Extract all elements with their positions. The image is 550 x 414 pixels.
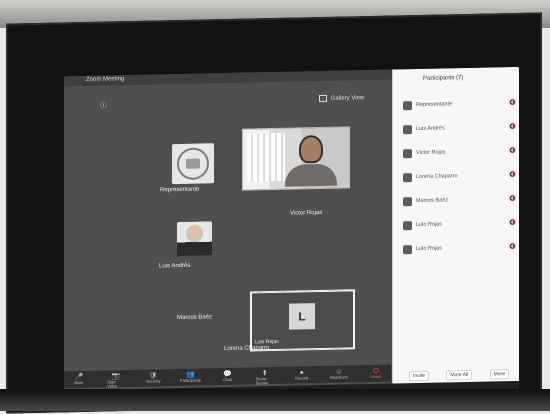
muted-microphone-icon: 🔇	[509, 147, 516, 155]
participant-row[interactable]: Victor Rojas 🔇	[403, 143, 516, 161]
participant-avatar-icon	[403, 244, 412, 254]
participant-avatar-icon	[403, 172, 412, 182]
chat-label: Chat	[223, 376, 232, 382]
participant-row-name: Lorena Chaparro	[416, 173, 458, 181]
participant-row[interactable]: Lorena Chaparro 🔇	[403, 167, 516, 185]
leave-label: Leave	[370, 373, 382, 379]
chat-button[interactable]: 💬 Chat	[219, 370, 237, 382]
participants-label: Participants	[179, 377, 201, 383]
mute-button[interactable]: 🎤 Mute	[70, 373, 88, 385]
security-button[interactable]: 🛡 Security	[144, 372, 162, 384]
muted-microphone-icon: 🔇	[509, 219, 516, 227]
person-photo-icon	[177, 221, 212, 257]
person-shirt	[285, 163, 337, 187]
record-button[interactable]: ● Record	[293, 369, 311, 381]
photo-bottom-bezel	[0, 389, 550, 411]
participant-row[interactable]: Representante 🔇	[403, 95, 516, 113]
participant-row-name: Lulo Rojas	[416, 245, 442, 253]
participant-avatar-icon	[403, 220, 412, 230]
mute-label: Mute	[74, 379, 84, 385]
participant-row-name: Luis Andrés	[416, 125, 445, 133]
zoom-window: Zoom Meeting ⓘ Gallery View Representant…	[64, 66, 519, 407]
participant-name-1: Representante	[160, 186, 200, 194]
participant-name-4: Lorena Chaparro	[224, 345, 270, 353]
participant-name-3: Marcos Baéz	[177, 314, 213, 322]
participants-panel-title: Participants (7)	[423, 75, 464, 82]
participant-list: Representante 🔇 Luis Andrés 🔇 Victor Roj…	[403, 95, 516, 265]
participant-row-name: Representante	[416, 101, 453, 109]
participants-button[interactable]: 👥 Participants	[179, 371, 201, 383]
muted-microphone-icon: 🔇	[509, 243, 516, 251]
muted-microphone-icon: 🔇	[509, 171, 516, 179]
leave-button[interactable]: ⏻ Leave	[367, 367, 385, 379]
person-head	[299, 134, 323, 164]
participants-footer: Invite Mute All More	[409, 369, 509, 382]
selected-participant-tile[interactable]: L Lulo Rojas	[250, 289, 355, 352]
muted-microphone-icon: 🔇	[509, 195, 516, 203]
security-label: Security	[146, 377, 161, 384]
window-title: Zoom Meeting	[86, 76, 125, 83]
record-label: Record	[295, 374, 309, 381]
more-button[interactable]: More	[489, 369, 509, 380]
participant-avatar-icon	[403, 124, 412, 134]
start-video-label: Start Video	[107, 378, 118, 388]
muted-microphone-icon: 🔇	[509, 123, 516, 131]
participant-row[interactable]: Luis Andrés 🔇	[403, 119, 516, 137]
participant-row[interactable]: Lulo Rojas 🔇	[403, 215, 516, 233]
reactions-button[interactable]: ☺ Reactions	[330, 368, 348, 380]
participant-row[interactable]: Marcos Baéz 🔇	[403, 191, 516, 209]
participant-tile-1[interactable]	[172, 143, 214, 185]
participant-avatar-icon	[403, 196, 412, 206]
start-video-button[interactable]: 📷 Start Video	[107, 373, 125, 388]
participant-tile-2[interactable]	[177, 221, 212, 257]
participant-avatar-icon	[403, 148, 412, 158]
participant-avatar-icon	[403, 100, 412, 110]
meeting-gallery: Representante Victor Rojas Luis Andrés M…	[64, 82, 391, 389]
video-participant-name: Victor Rojas	[290, 209, 323, 217]
participant-name-2: Luis Andrés	[159, 262, 191, 270]
window-blinds-background	[247, 132, 285, 182]
share-screen-button[interactable]: ⬆ Share Screen	[255, 370, 274, 385]
mute-all-button[interactable]: Mute All	[446, 369, 473, 381]
participant-video-victor[interactable]	[242, 126, 350, 191]
participant-row-name: Marcos Baéz	[416, 197, 449, 205]
share-screen-label: Share Screen	[255, 375, 269, 385]
muted-microphone-icon: 🔇	[509, 99, 516, 107]
participant-avatar: L	[289, 303, 315, 330]
reactions-label: Reactions	[329, 373, 348, 380]
organization-logo-icon	[177, 147, 209, 181]
participant-row[interactable]: Lulo Rojas 🔇	[403, 239, 516, 257]
participant-row-name: Victor Rojas	[416, 149, 446, 157]
monitor-frame: Zoom Meeting ⓘ Gallery View Representant…	[6, 12, 542, 414]
invite-button[interactable]: Invite	[409, 370, 429, 382]
participant-row-name: Lulo Rojas	[416, 221, 442, 229]
participants-panel: Participants (7) Representante 🔇 Luis An…	[392, 66, 519, 400]
